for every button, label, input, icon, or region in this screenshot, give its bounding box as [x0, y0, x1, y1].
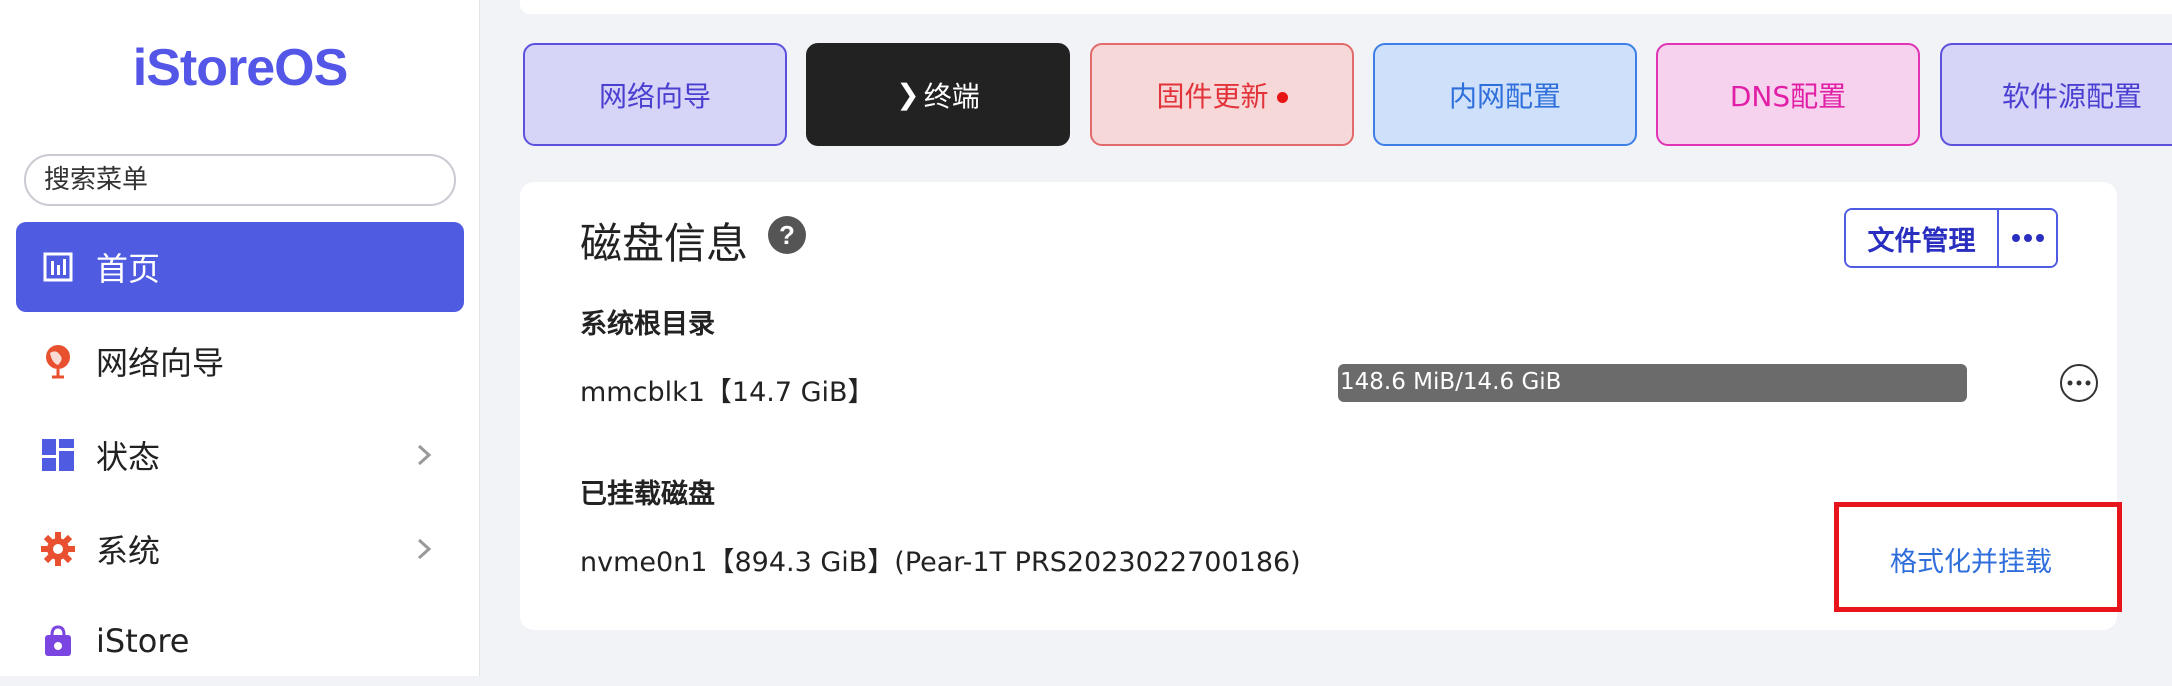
sidebar-item-label: 状态 — [96, 438, 161, 476]
disk-more-button[interactable] — [2060, 364, 2098, 402]
quick-lan-config-button[interactable]: 内网配置 — [1373, 43, 1637, 146]
mounted-section-title: 已挂载磁盘 — [580, 479, 715, 510]
dashboard-icon — [40, 249, 76, 285]
grid-icon — [40, 437, 76, 473]
store-bag-icon — [40, 623, 76, 659]
button-label: 内网配置 — [1448, 79, 1561, 113]
button-label: 网络向导 — [598, 79, 711, 113]
sidebar-item-istore[interactable]: iStore — [16, 596, 464, 686]
button-label: DNS配置 — [1729, 79, 1847, 113]
usage-label: 148.6 MiB/14.6 GiB — [1340, 369, 1562, 395]
button-label: 终端 — [923, 79, 980, 113]
card-title: 磁盘信息 — [580, 219, 749, 268]
sidebar-item-label: 系统 — [96, 532, 161, 570]
file-manage-button[interactable]: 文件管理 — [1846, 210, 1999, 266]
globe-icon — [40, 343, 76, 379]
format-and-mount-link[interactable]: 格式化并挂载 — [1890, 540, 2052, 579]
menu-search-input[interactable] — [24, 154, 456, 206]
quick-software-source-button[interactable]: 软件源配置 — [1940, 43, 2172, 146]
button-label: 固件更新 — [1156, 79, 1269, 113]
more-options-button[interactable] — [1999, 210, 2056, 266]
root-disk-usage-bar: 148.6 MiB/14.6 GiB — [1338, 364, 1967, 402]
ellipsis-icon — [2067, 380, 2091, 386]
root-disk-name: mmcblk1【14.7 GiB】 — [580, 377, 875, 408]
gear-icon — [40, 531, 76, 567]
sidebar-item-home[interactable]: 首页 — [16, 222, 464, 312]
quick-firmware-update-button[interactable]: 固件更新 — [1090, 43, 1354, 146]
quick-terminal-button[interactable]: ❯ 终端 — [806, 43, 1070, 146]
sidebar: iStoreOS 首页 网络向导 状态 系统 iStore — [0, 0, 480, 676]
app-logo[interactable]: iStoreOS — [0, 38, 480, 98]
sidebar-item-label: 网络向导 — [96, 344, 225, 382]
terminal-prompt-icon: ❯ — [896, 78, 920, 111]
sidebar-item-network-wizard[interactable]: 网络向导 — [16, 316, 464, 406]
sidebar-item-label: iStore — [96, 622, 190, 660]
sidebar-item-label: 首页 — [96, 250, 161, 288]
ellipsis-icon — [2011, 234, 2044, 242]
top-card-edge — [520, 0, 2172, 14]
file-actions-group: 文件管理 — [1844, 208, 2058, 268]
sidebar-item-status[interactable]: 状态 — [16, 410, 464, 500]
chevron-right-icon — [417, 538, 432, 560]
quick-network-wizard-button[interactable]: 网络向导 — [523, 43, 787, 146]
sidebar-item-system[interactable]: 系统 — [16, 504, 464, 594]
chevron-right-icon — [417, 444, 432, 466]
root-section-title: 系统根目录 — [580, 309, 715, 340]
mounted-disk-name: nvme0n1【894.3 GiB】(Pear-1T PRS2023022700… — [580, 547, 1301, 578]
help-icon[interactable]: ? — [768, 216, 806, 254]
update-dot-icon — [1276, 92, 1288, 103]
button-label: 软件源配置 — [2002, 79, 2143, 113]
quick-dns-config-button[interactable]: DNS配置 — [1656, 43, 1920, 146]
